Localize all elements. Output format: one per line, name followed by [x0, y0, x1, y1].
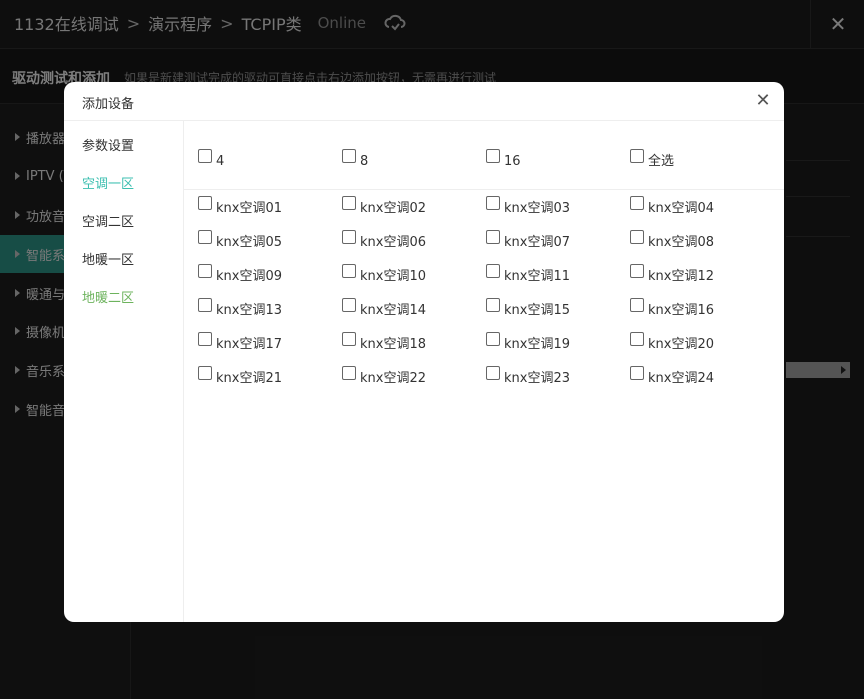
- device-checkbox[interactable]: knx空调22: [342, 366, 426, 386]
- checkbox[interactable]: [630, 366, 644, 380]
- device-label: knx空调05: [216, 235, 283, 250]
- checkbox[interactable]: [198, 196, 212, 210]
- device-label: knx空调22: [360, 371, 427, 386]
- device-checkbox[interactable]: knx空调20: [630, 332, 714, 352]
- device-label: knx空调14: [360, 303, 427, 318]
- nav-item-floor-heat-1[interactable]: 地暖一区: [82, 249, 134, 268]
- checkbox[interactable]: [342, 149, 356, 163]
- device-label: knx空调06: [360, 235, 427, 250]
- select-16-checkbox[interactable]: 16: [486, 149, 521, 169]
- device-label: knx空调20: [648, 337, 715, 352]
- nav-item-params[interactable]: 参数设置: [82, 135, 134, 154]
- checkbox[interactable]: [486, 298, 500, 312]
- checkbox[interactable]: [486, 196, 500, 210]
- device-checkbox[interactable]: knx空调02: [342, 196, 426, 216]
- checkbox[interactable]: [342, 196, 356, 210]
- checkbox[interactable]: [198, 298, 212, 312]
- device-label: knx空调07: [504, 235, 571, 250]
- checkbox[interactable]: [198, 332, 212, 346]
- checkbox[interactable]: [342, 332, 356, 346]
- device-checkbox[interactable]: knx空调16: [630, 298, 714, 318]
- device-checkbox[interactable]: knx空调24: [630, 366, 714, 386]
- device-checkbox[interactable]: knx空调11: [486, 264, 570, 284]
- device-checkbox[interactable]: knx空调09: [198, 264, 282, 284]
- checkbox[interactable]: [198, 149, 212, 163]
- checkbox-label: 4: [216, 154, 225, 169]
- select-all-checkbox[interactable]: 全选: [630, 149, 674, 169]
- quick-select-row: 4 8 16 全选: [184, 121, 784, 190]
- checkbox[interactable]: [198, 230, 212, 244]
- device-label: knx空调09: [216, 269, 283, 284]
- device-checkbox[interactable]: knx空调12: [630, 264, 714, 284]
- checkbox-label: 全选: [648, 154, 675, 169]
- device-label: knx空调15: [504, 303, 571, 318]
- device-label: knx空调18: [360, 337, 427, 352]
- checkbox[interactable]: [486, 149, 500, 163]
- checkbox-label: 8: [360, 154, 369, 169]
- device-label: knx空调24: [648, 371, 715, 386]
- device-label: knx空调02: [360, 201, 427, 216]
- device-checkbox[interactable]: knx空调17: [198, 332, 282, 352]
- device-checkbox[interactable]: knx空调23: [486, 366, 570, 386]
- device-label: knx空调16: [648, 303, 715, 318]
- device-label: knx空调17: [216, 337, 283, 352]
- checkbox[interactable]: [342, 230, 356, 244]
- checkbox[interactable]: [342, 264, 356, 278]
- device-checkbox[interactable]: knx空调19: [486, 332, 570, 352]
- device-label: knx空调23: [504, 371, 571, 386]
- nav-item-floor-heat-2[interactable]: 地暖二区: [82, 287, 134, 306]
- select-8-checkbox[interactable]: 8: [342, 149, 368, 169]
- checkbox[interactable]: [630, 264, 644, 278]
- device-label: knx空调11: [504, 269, 571, 284]
- device-checkbox[interactable]: knx空调01: [198, 196, 282, 216]
- dialog-title: 添加设备: [82, 97, 135, 112]
- device-label: knx空调01: [216, 201, 283, 216]
- device-checkbox[interactable]: knx空调21: [198, 366, 282, 386]
- device-label: knx空调13: [216, 303, 283, 318]
- checkbox[interactable]: [342, 366, 356, 380]
- checkbox[interactable]: [630, 230, 644, 244]
- device-label: knx空调08: [648, 235, 715, 250]
- device-checkbox[interactable]: knx空调08: [630, 230, 714, 250]
- checkbox[interactable]: [486, 230, 500, 244]
- select-4-checkbox[interactable]: 4: [198, 149, 224, 169]
- checkbox[interactable]: [198, 264, 212, 278]
- device-checkbox[interactable]: knx空调04: [630, 196, 714, 216]
- checkbox[interactable]: [630, 298, 644, 312]
- checkbox-label: 16: [504, 154, 521, 169]
- device-select-panel: 4 8 16 全选 knx空调01 knx空调02 knx空调03 knx空调04 kn…: [184, 121, 784, 622]
- checkbox[interactable]: [486, 264, 500, 278]
- device-checkbox[interactable]: knx空调03: [486, 196, 570, 216]
- device-label: knx空调04: [648, 201, 715, 216]
- device-checkbox[interactable]: knx空调14: [342, 298, 426, 318]
- close-icon[interactable]: ✕: [754, 92, 772, 110]
- checkbox[interactable]: [342, 298, 356, 312]
- device-label: knx空调21: [216, 371, 283, 386]
- device-checkbox[interactable]: knx空调06: [342, 230, 426, 250]
- nav-item-ac-zone-1[interactable]: 空调一区: [82, 173, 134, 192]
- device-checkbox[interactable]: knx空调10: [342, 264, 426, 284]
- device-label: knx空调19: [504, 337, 571, 352]
- device-checkbox[interactable]: knx空调13: [198, 298, 282, 318]
- nav-item-ac-zone-2[interactable]: 空调二区: [82, 211, 134, 230]
- device-label: knx空调12: [648, 269, 715, 284]
- device-label: knx空调10: [360, 269, 427, 284]
- dialog-nav: 参数设置 空调一区 空调二区 地暖一区 地暖二区: [64, 121, 184, 622]
- add-device-dialog: 添加设备 ✕ 参数设置 空调一区 空调二区 地暖一区 地暖二区 4 8 16 全…: [64, 82, 784, 622]
- device-checkbox[interactable]: knx空调18: [342, 332, 426, 352]
- checkbox[interactable]: [630, 196, 644, 210]
- device-checkbox[interactable]: knx空调07: [486, 230, 570, 250]
- checkbox[interactable]: [486, 366, 500, 380]
- device-checkbox[interactable]: knx空调05: [198, 230, 282, 250]
- checkbox[interactable]: [630, 332, 644, 346]
- dialog-header: 添加设备 ✕: [64, 82, 784, 121]
- checkbox[interactable]: [198, 366, 212, 380]
- checkbox[interactable]: [486, 332, 500, 346]
- device-label: knx空调03: [504, 201, 571, 216]
- checkbox[interactable]: [630, 149, 644, 163]
- device-checkbox[interactable]: knx空调15: [486, 298, 570, 318]
